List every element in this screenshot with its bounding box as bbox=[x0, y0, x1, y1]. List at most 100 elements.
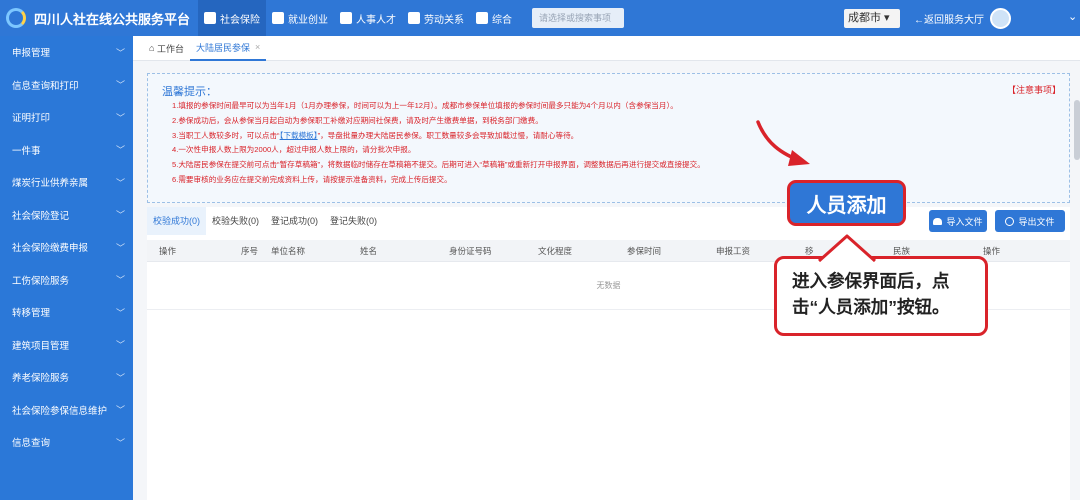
nav-personnel[interactable]: 人事人才 bbox=[334, 0, 402, 36]
tip-line: 5.大陆居民参保在提交前可点击“暂存草稿箱”，将数据临时储存在草稿箱不提交。后期… bbox=[172, 160, 705, 170]
tab-label: 大陆居民参保 bbox=[195, 42, 250, 53]
tips-list: 1.填报的参保时间最早可以为当年1月（1月办理参保，时间可以为上一年12月）。成… bbox=[172, 99, 705, 188]
chevron-down-icon: ﹀ bbox=[115, 275, 125, 286]
tip-line: 6.需要审核的业务应在提交前完成资料上传，请按提示准备资料，完成上传后提交。 bbox=[172, 174, 452, 184]
sidebar-item-transfer[interactable]: 转移管理 ﹀ bbox=[0, 296, 133, 329]
tip-line: 1.填报的参保时间最早可以为当年1月（1月办理参保，时间可以为上一年12月）。成… bbox=[172, 101, 678, 110]
sidebar-item-label: 证明打印 bbox=[12, 113, 51, 125]
sidebar-item-label: 信息查询和打印 bbox=[12, 80, 79, 92]
add-person-button[interactable]: 人员添加 bbox=[787, 180, 906, 226]
sidebar-item-certificate-print[interactable]: 证明打印 ﹀ bbox=[0, 101, 133, 134]
logo[interactable]: 四川人社在线公共服务平台 bbox=[6, 8, 190, 28]
column-header: 姓名 bbox=[360, 246, 378, 256]
chevron-down-icon[interactable]: ⌄ bbox=[1068, 10, 1077, 23]
button-label: 导出文件 bbox=[1018, 216, 1055, 227]
export-file-button[interactable]: 导出文件 bbox=[995, 210, 1065, 232]
tab-label: 工作台 bbox=[156, 43, 184, 54]
nav-label: 劳动关系 bbox=[424, 14, 465, 26]
sidebar-item-info-query[interactable]: 信息查询 ﹀ bbox=[0, 426, 133, 459]
tip-line: 3.当职工人数较多时，可以点击“【下载模板】”，导盘批量办理大陆居民参保。职工数… bbox=[172, 129, 705, 144]
instruction-text: 击“人员添加”按钮。 bbox=[792, 297, 950, 317]
sidebar-item-label: 社会保险参保信息维护 bbox=[12, 405, 108, 417]
column-header: 身份证号码 bbox=[449, 246, 492, 256]
tab-validation-failed[interactable]: 校验失败(0) bbox=[206, 207, 265, 235]
sidebar-item-payment-declaration[interactable]: 社会保险缴费申报 ﹀ bbox=[0, 231, 133, 264]
nav-social-insurance[interactable]: 社会保险 bbox=[198, 0, 267, 36]
chevron-down-icon: ﹀ bbox=[115, 405, 125, 416]
enrollment-panel: 校验成功(0) 校验失败(0) 登记成功(0) 登记失败(0) 导入文件 导出文… bbox=[147, 207, 1070, 500]
chevron-down-icon: ﹀ bbox=[115, 242, 125, 253]
sidebar-item-coal-dependents[interactable]: 煤炭行业供养亲属 ﹀ bbox=[0, 166, 133, 199]
nav-label: 综合 bbox=[492, 14, 513, 26]
status-tabs: 校验成功(0) 校验失败(0) 登记成功(0) 登记失败(0) bbox=[147, 207, 383, 235]
sidebar-item-one-thing[interactable]: 一件事 ﹀ bbox=[0, 134, 133, 167]
briefcase-icon bbox=[272, 12, 285, 24]
column-header: 操作 bbox=[159, 246, 177, 256]
column-header: 单位名称 bbox=[271, 246, 306, 256]
tip-line: 4.一次性申报人数上限为2000人，超过申报人数上限的，请分批次申报。 bbox=[172, 145, 416, 155]
chevron-down-icon: ﹀ bbox=[115, 340, 125, 351]
city-select[interactable]: 成都市 ▾ bbox=[844, 9, 900, 28]
nav-labor-relations[interactable]: 劳动关系 bbox=[402, 0, 470, 36]
tab-workbench[interactable]: ⌂ 工作台 bbox=[143, 36, 190, 61]
nav-employment[interactable]: 就业创业 bbox=[266, 0, 334, 36]
tips-box: 温馨提示： 【注意事项】 1.填报的参保时间最早可以为当年1月（1月办理参保，时… bbox=[147, 73, 1070, 203]
search-input[interactable]: 请选择或搜索事项 bbox=[532, 8, 625, 28]
sidebar-item-label: 建筑项目管理 bbox=[12, 340, 70, 352]
tips-title: 温馨提示： bbox=[162, 86, 217, 98]
sidebar: 申报管理 ﹀ 信息查询和打印 ﹀ 证明打印 ﹀ 一件事 ﹀ 煤炭行业供养亲属 ﹀ 社会保险… bbox=[0, 36, 133, 500]
instruction-callout: 进入参保界面后，点 击“人员添加”按钮。 bbox=[774, 234, 988, 336]
home-icon: ⌂ bbox=[149, 43, 157, 53]
chevron-down-icon: ﹀ bbox=[115, 437, 125, 448]
sidebar-item-label: 申报管理 bbox=[12, 48, 51, 60]
sidebar-item-label: 煤炭行业供养亲属 bbox=[12, 178, 89, 190]
button-label: 导入文件 bbox=[946, 216, 983, 227]
sidebar-item-construction[interactable]: 建筑项目管理 ﹀ bbox=[0, 329, 133, 362]
layers-icon bbox=[476, 12, 489, 24]
column-header: 序号 bbox=[241, 246, 259, 256]
download-template-link[interactable]: 【下载模板】 bbox=[280, 131, 318, 140]
chevron-down-icon: ﹀ bbox=[115, 80, 125, 91]
sidebar-item-info-maintenance[interactable]: 社会保险参保信息维护 ﹀ bbox=[0, 394, 133, 427]
back-to-hall-link[interactable]: ←返回服务大厅 bbox=[914, 11, 984, 26]
download-icon bbox=[1005, 216, 1015, 226]
tab-validation-success[interactable]: 校验成功(0) bbox=[147, 207, 206, 235]
sidebar-item-label: 社会保险登记 bbox=[12, 210, 70, 222]
notice-link[interactable]: 【注意事项】 bbox=[1007, 83, 1061, 96]
avatar[interactable] bbox=[990, 8, 1011, 29]
callout-pointer-icon bbox=[818, 234, 876, 262]
sidebar-item-declaration[interactable]: 申报管理 ﹀ bbox=[0, 36, 133, 69]
chevron-down-icon: ﹀ bbox=[115, 372, 125, 383]
import-file-button[interactable]: 导入文件 bbox=[929, 210, 987, 232]
tab-registration-failed[interactable]: 登记失败(0) bbox=[324, 207, 383, 235]
tip-text: ”，导盘批量办理大陆居民参保。职工数量较多会导致加载过慢，请耐心等待。 bbox=[317, 130, 579, 140]
sidebar-item-label: 工伤保险服务 bbox=[12, 275, 70, 287]
nav-label: 人事人才 bbox=[356, 14, 397, 26]
chevron-down-icon: ▾ bbox=[881, 12, 890, 24]
cloud-upload-icon bbox=[933, 217, 943, 225]
city-label: 成都市 bbox=[848, 12, 881, 24]
close-icon[interactable]: × bbox=[255, 42, 260, 52]
tab-resident-enrollment[interactable]: 大陆居民参保 × bbox=[189, 36, 267, 61]
document-icon bbox=[408, 12, 421, 24]
column-header: 参保时间 bbox=[627, 246, 662, 256]
shield-icon bbox=[204, 12, 217, 24]
tip-line: 2.参保成功后，会从参保当月起自动为参保职工补缴对应期间社保费，请及时产生缴费单… bbox=[172, 115, 543, 125]
sidebar-item-query-print[interactable]: 信息查询和打印 ﹀ bbox=[0, 69, 133, 102]
sidebar-item-insurance-registration[interactable]: 社会保险登记 ﹀ bbox=[0, 199, 133, 232]
nav-label: 社会保险 bbox=[220, 14, 261, 26]
scrollbar[interactable] bbox=[1074, 100, 1080, 160]
chevron-down-icon: ﹀ bbox=[115, 47, 125, 58]
tip-text: 3.当职工人数较多时，可以点击“ bbox=[172, 130, 280, 140]
sidebar-item-pension[interactable]: 养老保险服务 ﹀ bbox=[0, 361, 133, 394]
page-tab-bar: ⌂ 工作台 大陆居民参保 × bbox=[133, 36, 1080, 61]
red-arrow-icon bbox=[756, 120, 810, 166]
nav-label: 就业创业 bbox=[288, 14, 329, 26]
logo-icon bbox=[6, 8, 26, 28]
top-bar: 四川人社在线公共服务平台 社会保险 就业创业 人事人才 劳动关系 综合 请选择或… bbox=[0, 0, 1080, 36]
tab-registration-success[interactable]: 登记成功(0) bbox=[265, 207, 324, 235]
nav-comprehensive[interactable]: 综合 bbox=[470, 0, 518, 36]
sidebar-item-label: 社会保险缴费申报 bbox=[12, 243, 89, 255]
sidebar-item-label: 转移管理 bbox=[12, 308, 51, 320]
sidebar-item-injury-insurance[interactable]: 工伤保险服务 ﹀ bbox=[0, 264, 133, 297]
